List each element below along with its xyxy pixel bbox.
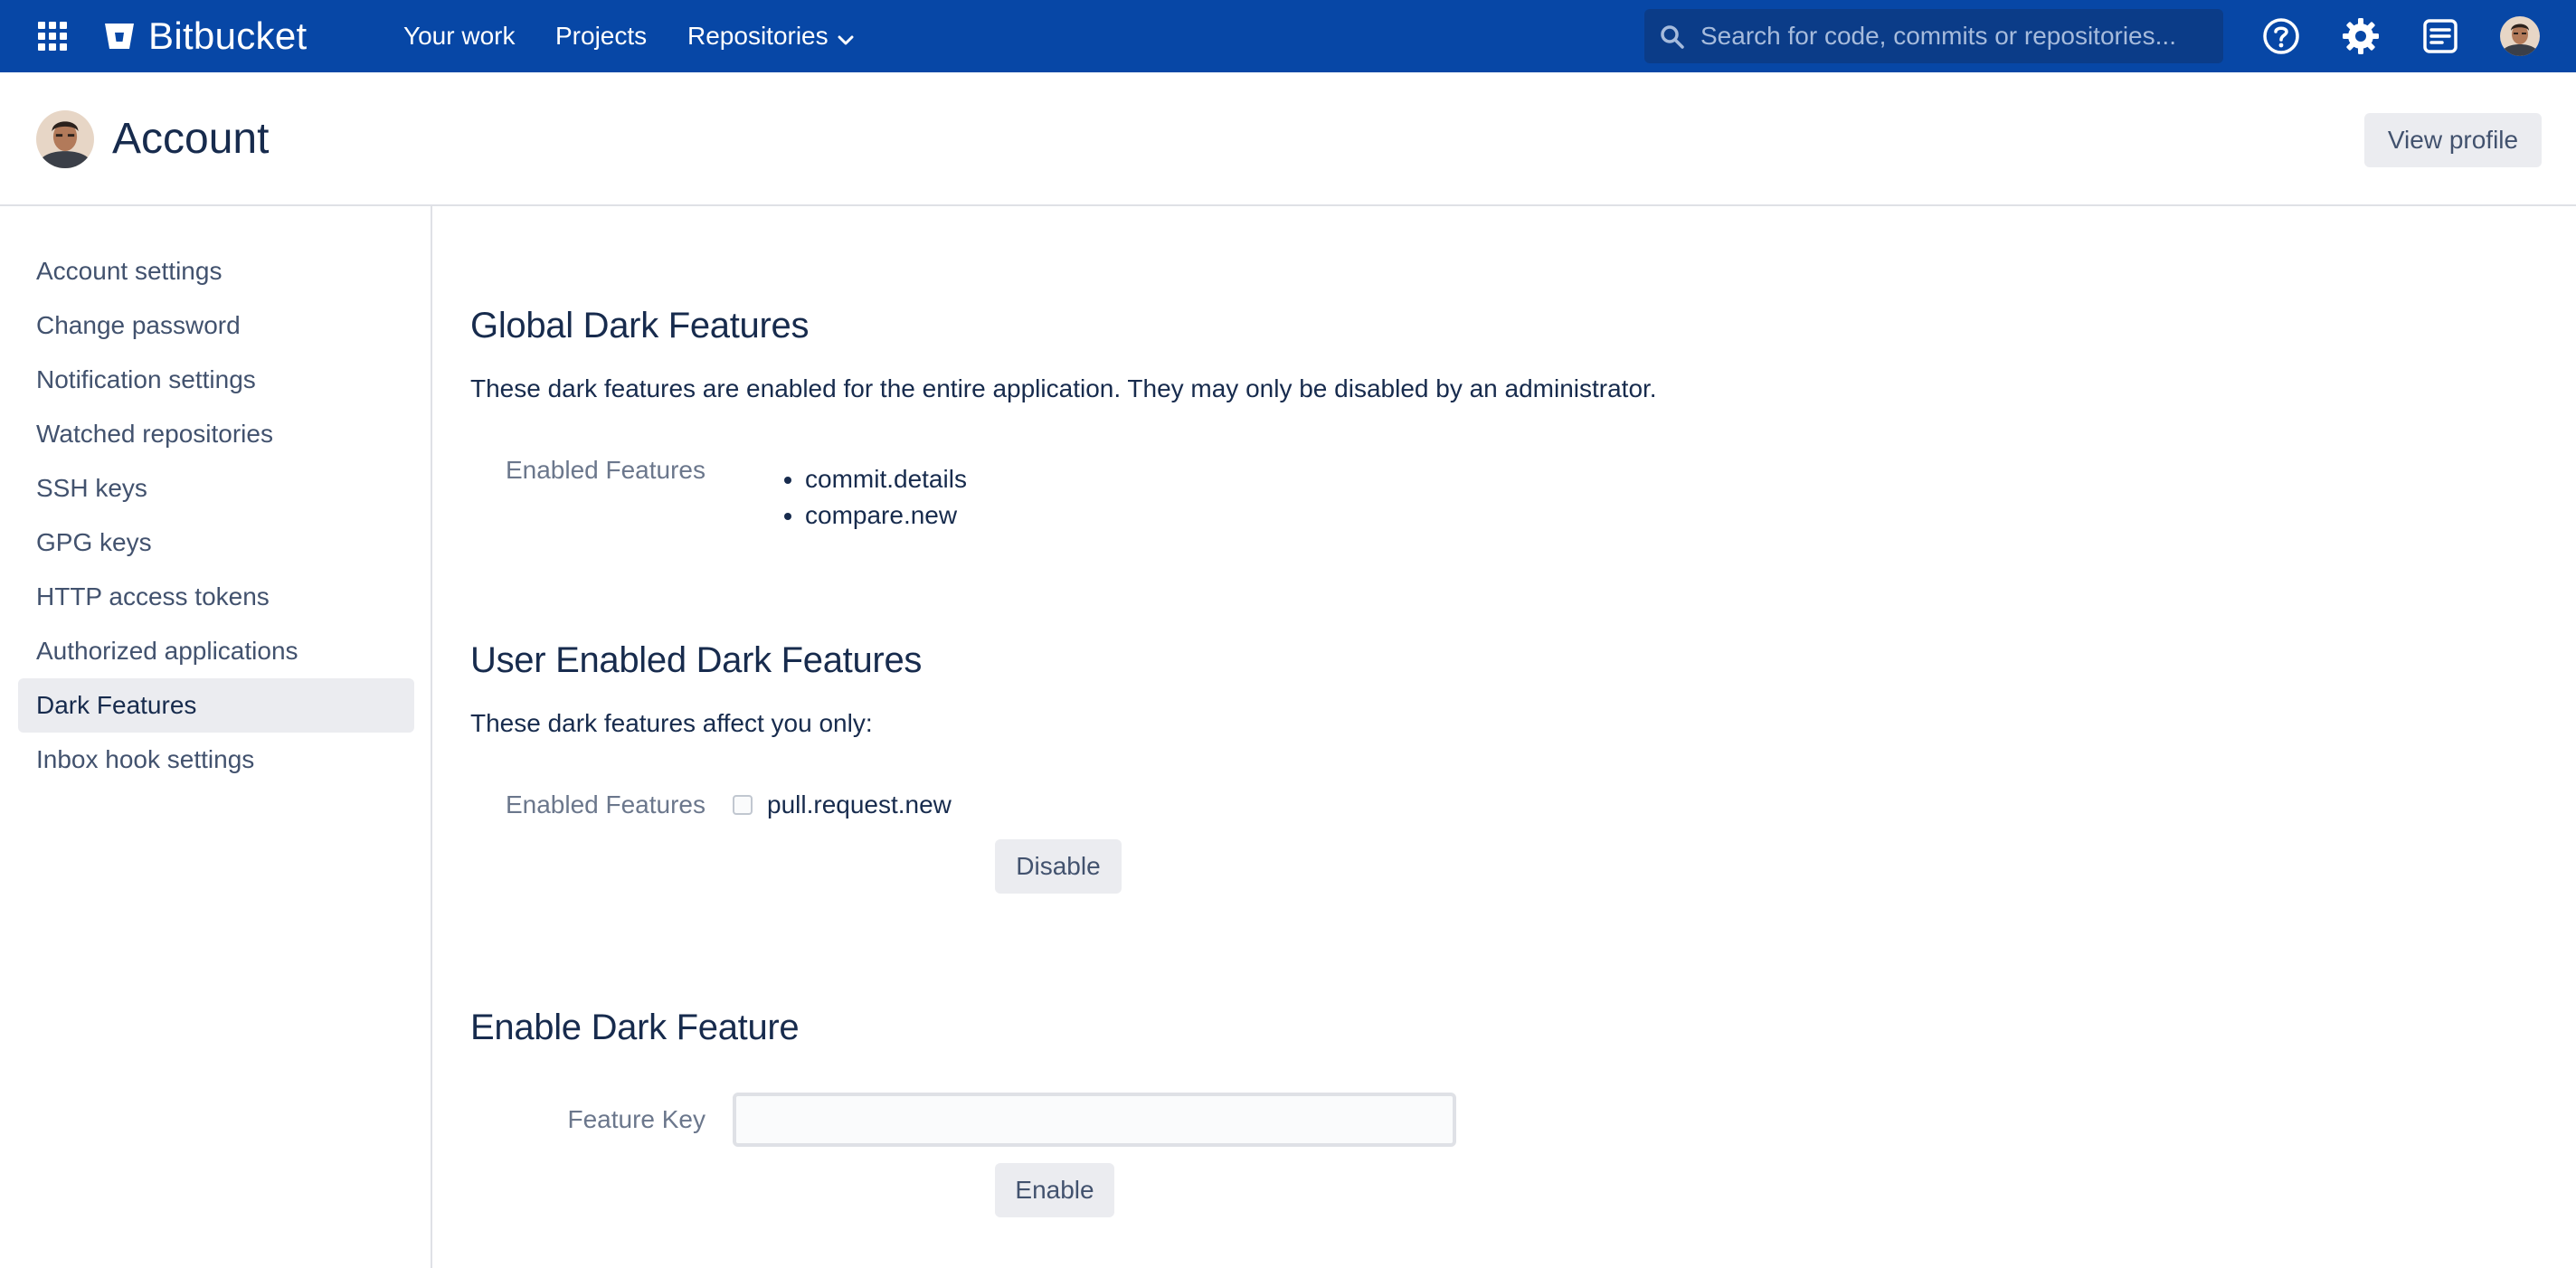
nav-your-work[interactable]: Your work: [403, 18, 515, 54]
sidebar-item-http-access-tokens[interactable]: HTTP access tokens: [18, 570, 414, 624]
feature-checkbox-row: pull.request.new: [733, 787, 952, 823]
list-item: commit.details: [805, 461, 967, 497]
sidebar-item-watched-repositories[interactable]: Watched repositories: [18, 407, 414, 461]
global-feature-list: commit.details compare.new: [762, 461, 967, 534]
account-avatar: [36, 110, 94, 168]
list-item: compare.new: [805, 497, 967, 534]
enable-button[interactable]: Enable: [995, 1163, 1114, 1217]
nav-projects[interactable]: Projects: [555, 18, 647, 54]
sidebar-item-account-settings[interactable]: Account settings: [18, 244, 414, 298]
sidebar-item-ssh-keys[interactable]: SSH keys: [18, 461, 414, 516]
bitbucket-logo-icon: [105, 24, 134, 49]
user-avatar[interactable]: [2500, 16, 2540, 56]
sidebar-item-notification-settings[interactable]: Notification settings: [18, 353, 414, 407]
search-box[interactable]: [1644, 9, 2223, 63]
disable-button[interactable]: Disable: [995, 839, 1122, 894]
global-dark-features-title: Global Dark Features: [470, 306, 810, 345]
search-input[interactable]: [1700, 9, 2212, 63]
account-sidebar: Account settings Change password Notific…: [0, 206, 432, 1268]
search-icon: [1659, 24, 1686, 51]
notes-icon[interactable]: [2420, 16, 2460, 56]
user-enabled-features-label: Enabled Features: [505, 790, 706, 819]
chevron-down-icon: [838, 20, 854, 56]
nav-repositories[interactable]: Repositories: [687, 18, 854, 54]
feature-checkbox-label: pull.request.new: [767, 790, 952, 819]
brand-name: Bitbucket: [148, 14, 308, 57]
enable-dark-feature-title: Enable Dark Feature: [470, 1008, 800, 1047]
global-enabled-features-label: Enabled Features: [505, 456, 706, 484]
global-dark-features-description: These dark features are enabled for the …: [470, 374, 1657, 402]
app-switcher-icon[interactable]: [36, 20, 69, 52]
page-title: Account: [112, 115, 270, 163]
sidebar-item-inbox-hook-settings[interactable]: Inbox hook settings: [18, 733, 414, 787]
sidebar-item-gpg-keys[interactable]: GPG keys: [18, 516, 414, 570]
feature-checkbox[interactable]: [733, 795, 753, 815]
nav-repositories-label: Repositories: [687, 22, 829, 50]
top-nav-bar: Bitbucket Your work Projects Repositorie…: [0, 0, 2576, 72]
help-icon[interactable]: [2261, 16, 2301, 56]
feature-key-label: Feature Key: [567, 1105, 706, 1133]
feature-key-input[interactable]: [733, 1093, 1456, 1147]
view-profile-button[interactable]: View profile: [2364, 113, 2542, 167]
page-header: Account View profile: [0, 72, 2576, 206]
sidebar-item-dark-features[interactable]: Dark Features: [18, 678, 414, 733]
sidebar-item-change-password[interactable]: Change password: [18, 298, 414, 353]
gear-icon[interactable]: [2341, 16, 2381, 56]
user-dark-features-description: These dark features affect you only:: [470, 709, 873, 737]
bitbucket-logo[interactable]: Bitbucket: [103, 13, 307, 60]
user-dark-features-title: User Enabled Dark Features: [470, 640, 923, 680]
sidebar-item-authorized-applications[interactable]: Authorized applications: [18, 624, 414, 678]
